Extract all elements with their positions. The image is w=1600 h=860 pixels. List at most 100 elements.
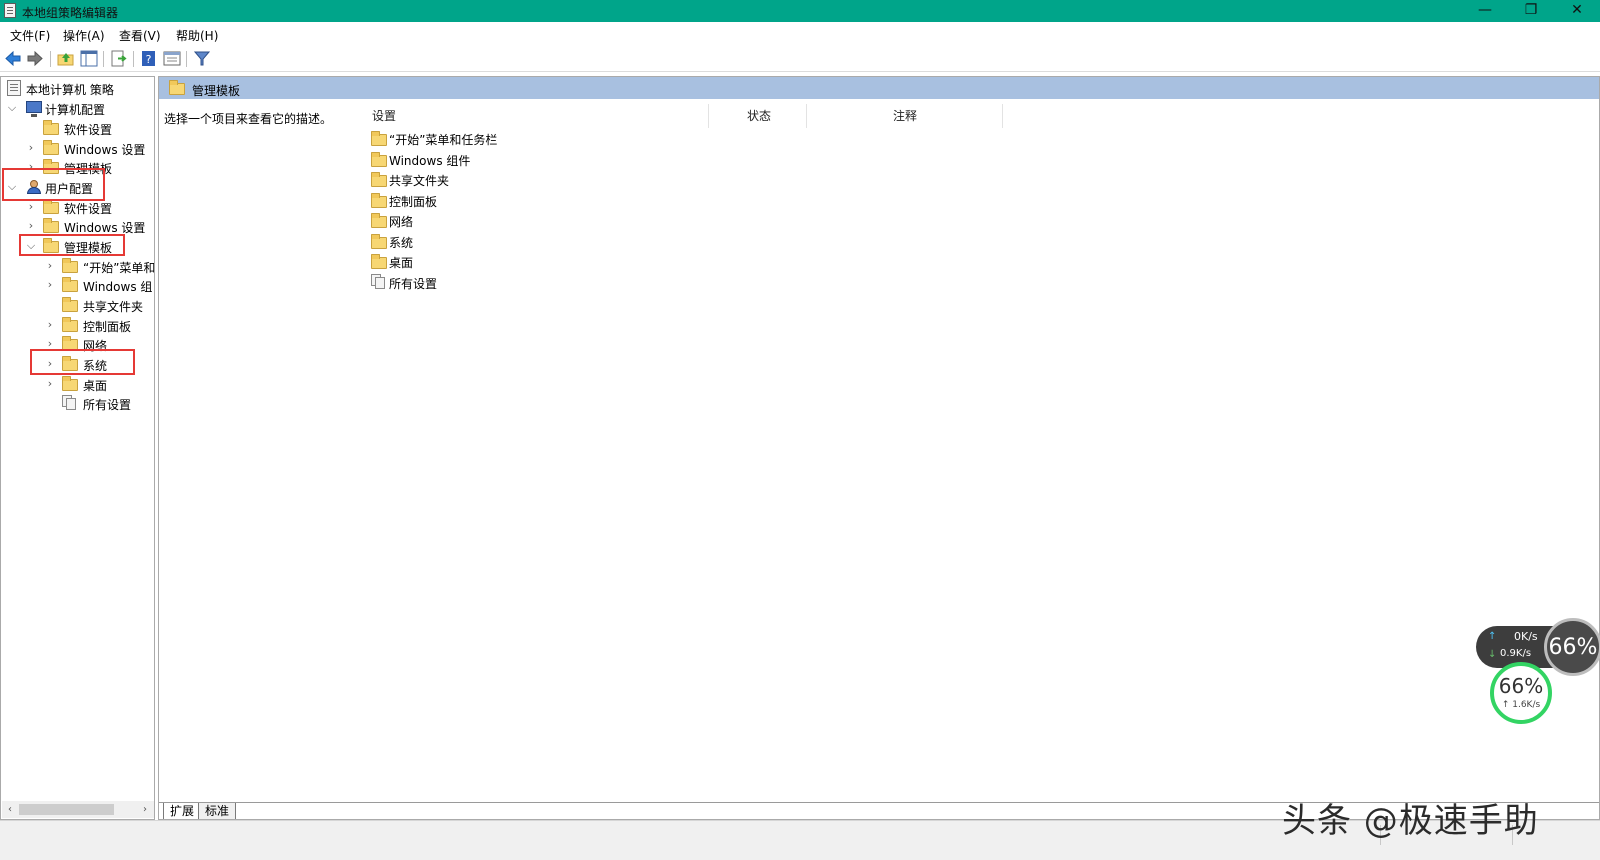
list-item-label: 桌面: [389, 256, 414, 270]
tree-user-windows[interactable]: › Windows 设置: [5, 217, 154, 235]
usage-ring-percent: 66%: [1548, 635, 1598, 660]
folder-icon: [371, 193, 387, 208]
list-item[interactable]: 桌面: [369, 251, 669, 271]
tree-item-label: 共享文件夹: [83, 300, 144, 314]
tab-standard[interactable]: 标准: [198, 803, 237, 819]
tab-extended[interactable]: 扩展: [163, 803, 202, 819]
column-header-state[interactable]: 状态: [747, 107, 771, 127]
chevron-right-icon[interactable]: ›: [44, 378, 56, 390]
details-pane: 管理模板 选择一个项目来查看它的描述。 设置 状态 注释 “开始”菜单和任务栏 …: [158, 76, 1600, 820]
list-item-label: 共享文件夹: [389, 174, 450, 188]
memory-usage-widget[interactable]: 66% ↑ 1.6K/s: [1490, 662, 1552, 724]
folder-icon: [371, 131, 387, 146]
list-item[interactable]: 控制面板: [369, 190, 669, 210]
list-item[interactable]: 共享文件夹: [369, 169, 669, 189]
properties-icon[interactable]: [163, 50, 181, 67]
chevron-down-icon[interactable]: ⌵: [6, 102, 18, 114]
download-speed: 0.9K/s: [1500, 648, 1532, 659]
highlight-user-config: [2, 168, 105, 201]
chevron-right-icon[interactable]: ›: [25, 201, 37, 213]
tree-computer-software[interactable]: 软件设置: [5, 119, 154, 137]
list-item[interactable]: 网络: [369, 210, 669, 230]
folder-icon: [62, 277, 78, 292]
tree-root[interactable]: 本地计算机 策略: [5, 79, 154, 97]
all-settings-icon: [371, 274, 387, 290]
chevron-right-icon[interactable]: ›: [25, 220, 37, 232]
list-item[interactable]: “开始”菜单和任务栏: [369, 128, 669, 148]
list-item-label: 所有设置: [389, 277, 438, 291]
usage-ring: 66%: [1544, 618, 1600, 676]
menu-bar: 文件(F) 操作(A) 查看(V) 帮助(H): [0, 22, 1600, 44]
help-icon[interactable]: ?: [140, 50, 158, 67]
list-item-label: “开始”菜单和任务栏: [389, 133, 498, 147]
upload-speed: 0K/s: [1514, 630, 1538, 643]
export-list-icon[interactable]: [110, 50, 128, 67]
policy-icon: [7, 80, 21, 96]
folder-icon: [43, 218, 59, 233]
scroll-left-icon[interactable]: ‹: [3, 802, 17, 817]
folder-icon: [371, 213, 387, 228]
minimize-button[interactable]: —: [1462, 0, 1508, 22]
tree-horizontal-scrollbar[interactable]: ‹ ›: [2, 801, 154, 818]
list-item-label: Windows 组件: [389, 154, 471, 168]
watermark: 头条 @极速手助: [1282, 801, 1539, 841]
scroll-thumb[interactable]: [19, 804, 114, 815]
memory-widget-speed: ↑ 1.6K/s: [1501, 700, 1541, 710]
menu-action[interactable]: 操作(A): [63, 27, 105, 44]
folder-icon: [371, 152, 387, 167]
filter-icon[interactable]: [193, 50, 211, 67]
close-button[interactable]: ✕: [1554, 0, 1600, 22]
network-speed-widget[interactable]: ↑ 0K/s ↓ 0.9K/s 66%: [1476, 618, 1600, 676]
tree-control-panel[interactable]: › 控制面板: [5, 316, 154, 334]
back-icon[interactable]: [4, 50, 22, 67]
download-arrow-icon: ↓: [1488, 649, 1497, 660]
tree-item-label: 软件设置: [64, 123, 113, 137]
tree-item-label: 所有设置: [83, 398, 132, 412]
list-item[interactable]: 所有设置: [369, 272, 669, 292]
title-bar: 本地组策略编辑器 — ❐ ✕: [0, 0, 1600, 22]
menu-help[interactable]: 帮助(H): [176, 27, 218, 44]
tree-computer-config[interactable]: ⌵ 计算机配置: [5, 99, 154, 117]
folder-icon: [62, 317, 78, 332]
scroll-right-icon[interactable]: ›: [138, 802, 152, 817]
forward-icon[interactable]: [26, 50, 44, 67]
all-settings-icon: [62, 395, 78, 411]
highlight-admin-templates: [19, 234, 125, 256]
upload-arrow-icon: ↑: [1488, 631, 1497, 642]
menu-view[interactable]: 查看(V): [119, 27, 161, 44]
memory-usage-percent: 66%: [1498, 674, 1544, 698]
list-item-label: 网络: [389, 215, 414, 229]
highlight-system: [30, 349, 135, 375]
list-item[interactable]: 系统: [369, 231, 669, 251]
menu-file[interactable]: 文件(F): [10, 27, 50, 44]
show-hide-tree-icon[interactable]: [80, 50, 98, 67]
tree-windows-components[interactable]: › Windows 组: [5, 276, 154, 294]
tree-all-settings[interactable]: 所有设置: [5, 394, 154, 412]
tree-item-label: 桌面: [83, 379, 108, 393]
tree-computer-windows[interactable]: › Windows 设置: [5, 139, 154, 157]
column-header-setting[interactable]: 设置: [372, 107, 396, 127]
chevron-right-icon[interactable]: ›: [44, 279, 56, 291]
folder-icon: [371, 172, 387, 187]
tree-item-label: “开始”菜单和: [83, 261, 155, 275]
tree-root-label: 本地计算机 策略: [26, 83, 114, 97]
toolbar: ?: [0, 46, 1600, 72]
column-header-comment[interactable]: 注释: [893, 107, 917, 127]
tree-pane: 本地计算机 策略 ⌵ 计算机配置 软件设置 › Windows 设置 › 管理模…: [0, 76, 155, 820]
tree-item-label: Windows 设置: [64, 143, 146, 157]
tree-desktop[interactable]: › 桌面: [5, 375, 154, 393]
tree-start-menu[interactable]: › “开始”菜单和: [5, 257, 155, 275]
window-title: 本地组策略编辑器: [22, 6, 119, 20]
chevron-right-icon[interactable]: ›: [25, 142, 37, 154]
list-item[interactable]: Windows 组件: [369, 149, 669, 169]
folder-icon: [371, 254, 387, 269]
up-folder-icon[interactable]: [57, 50, 75, 67]
chevron-right-icon[interactable]: ›: [44, 260, 56, 272]
chevron-right-icon[interactable]: ›: [44, 319, 56, 331]
tree-shared-folders[interactable]: 共享文件夹: [5, 296, 154, 314]
app-icon: [4, 3, 16, 18]
list-item-label: 控制面板: [389, 195, 438, 209]
restore-button[interactable]: ❐: [1508, 0, 1554, 22]
details-header-title: 管理模板: [192, 84, 241, 98]
list-item-label: 系统: [389, 236, 414, 250]
